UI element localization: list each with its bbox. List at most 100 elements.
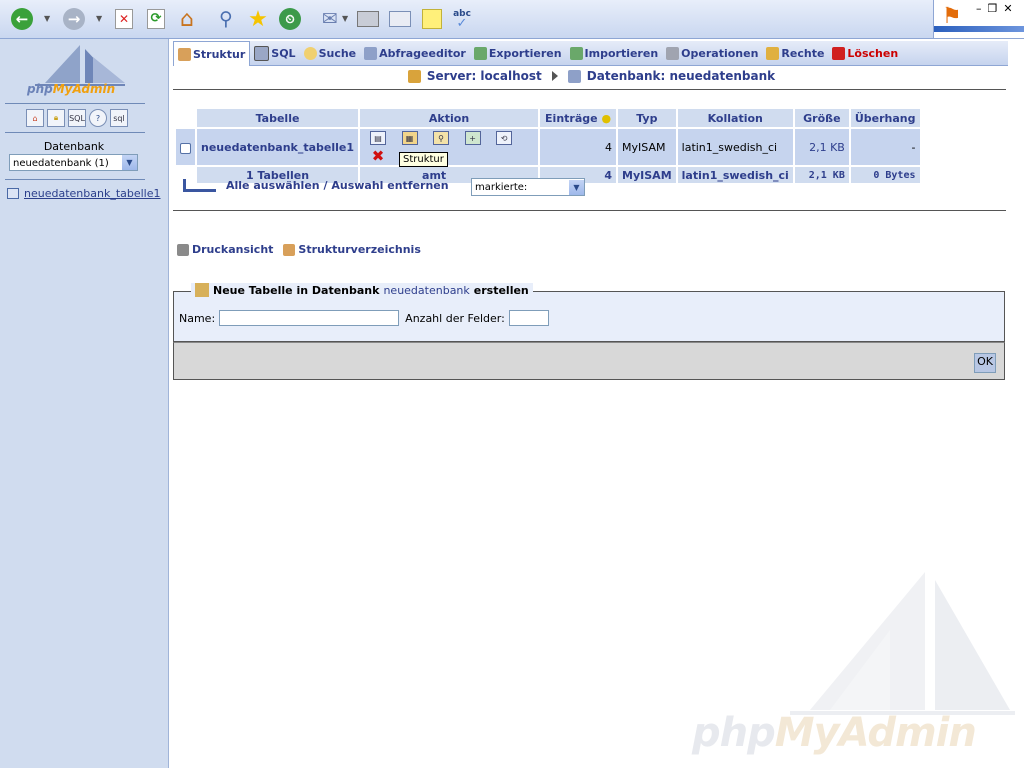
search-icon[interactable]: ⚲ xyxy=(212,5,240,33)
tab-sql[interactable]: SQL xyxy=(250,41,299,65)
chevron-down-icon[interactable]: ▼ xyxy=(122,155,137,170)
create-table-legend: Neue Tabelle in Datenbank neuedatenbank … xyxy=(191,283,533,297)
database-select[interactable]: neuedatenbank (1) ▼ xyxy=(9,154,138,171)
server-icon xyxy=(407,69,421,83)
tab-loeschen[interactable]: Löschen xyxy=(828,41,902,65)
mail-icon[interactable]: ✉ xyxy=(316,5,344,33)
drop-icon xyxy=(832,46,846,60)
forward-icon[interactable]: → xyxy=(60,5,88,33)
database-select-value: neuedatenbank (1) xyxy=(13,158,109,169)
fields-label: Anzahl der Felder: xyxy=(405,311,505,325)
table-name-input[interactable] xyxy=(219,310,400,326)
tables-list: Tabelle Aktion Einträge ● Typ Kollation … xyxy=(174,107,922,185)
history-icon[interactable]: ⏲ xyxy=(276,5,304,33)
discuss-icon[interactable] xyxy=(418,5,446,33)
mail-dropdown-icon[interactable]: ▼ xyxy=(342,14,348,23)
drop-icon[interactable]: ✖ xyxy=(368,147,388,165)
fields-count-input[interactable] xyxy=(508,310,549,326)
stop-icon[interactable]: ✕ xyxy=(110,5,138,33)
table-row: neuedatenbank_tabelle1 ▤ ▦ ⚲ + ⟲ ✖ 4 MyI… xyxy=(176,129,920,165)
spellcheck-icon[interactable]: abc ✓ xyxy=(448,5,476,33)
structure-icon xyxy=(283,243,296,256)
sql-icon[interactable]: SQL xyxy=(68,109,86,127)
sql-icon xyxy=(254,45,270,61)
sql-query-icon[interactable]: sql xyxy=(110,109,128,127)
back-dropdown-icon[interactable]: ▼ xyxy=(44,14,50,23)
quick-links: ⌂ 🔒︎ SQL ? sql xyxy=(26,109,128,127)
summary-overhead: 0 Bytes xyxy=(850,167,920,183)
refresh-icon[interactable]: ⟳ xyxy=(142,5,170,33)
select-all-link[interactable]: Alle auswählen xyxy=(226,179,320,192)
favorites-icon[interactable]: ★ xyxy=(244,5,272,33)
tab-bar: Struktur SQL Suche Abfrageeditor Exporti… xyxy=(173,41,1008,66)
insert-icon[interactable]: + xyxy=(463,129,483,147)
windows-controls: ⚑ –❐✕ xyxy=(933,0,1024,38)
lock-icon[interactable]: 🔒︎ xyxy=(47,109,65,127)
chevron-down-icon[interactable]: ▼ xyxy=(569,180,584,195)
empty-icon[interactable]: ⟲ xyxy=(494,129,514,147)
deselect-all-link[interactable]: Auswahl entfernen xyxy=(331,179,448,192)
name-label: Name: xyxy=(179,311,216,325)
breadcrumb-server[interactable]: Server: localhost xyxy=(427,69,542,83)
browse-icon[interactable]: ▤ xyxy=(368,129,388,147)
divider xyxy=(5,132,145,133)
tab-rechte[interactable]: Rechte xyxy=(762,41,828,65)
structure-icon[interactable]: ▦ xyxy=(400,129,420,147)
tab-label: Löschen xyxy=(847,46,899,60)
help-icon[interactable]: ? xyxy=(89,109,107,127)
tab-label: SQL xyxy=(271,46,296,60)
tab-suche[interactable]: Suche xyxy=(300,41,361,65)
home-icon[interactable]: ⌂ xyxy=(26,109,44,127)
table-header-row: Tabelle Aktion Einträge ● Typ Kollation … xyxy=(176,109,920,127)
watermark-text-myadmin: MyAdmin xyxy=(774,710,977,756)
page-links: Druckansicht Strukturverzeichnis xyxy=(177,243,421,256)
header-eintraege[interactable]: Einträge ● xyxy=(540,109,617,127)
breadcrumb-database[interactable]: Datenbank: neuedatenbank xyxy=(587,69,775,83)
tab-operationen[interactable]: Operationen xyxy=(662,41,762,65)
logo-text-php: php xyxy=(27,82,53,96)
row-actions: ▤ ▦ ⚲ + ⟲ ✖ xyxy=(360,129,539,165)
navigation-frame: phpMyAdmin ⌂ 🔒︎ SQL ? sql Datenbank neue… xyxy=(0,39,169,768)
logo-text-myadmin: MyAdmin xyxy=(52,82,116,96)
legend-db-name: neuedatenbank xyxy=(383,283,470,297)
tab-label: Importieren xyxy=(584,46,659,60)
phpmyadmin-watermark: phpMyAdmin xyxy=(690,570,1020,765)
tab-importieren[interactable]: Importieren xyxy=(566,41,663,65)
restore-icon[interactable]: ❐ xyxy=(988,2,1004,15)
tab-struktur[interactable]: Struktur xyxy=(173,41,251,66)
minimize-icon[interactable]: – xyxy=(976,2,988,15)
close-icon[interactable]: ✕ xyxy=(1003,2,1018,15)
tab-exportieren[interactable]: Exportieren xyxy=(470,41,566,65)
breadcrumb-separator-icon xyxy=(551,71,558,81)
header-eintraege-label: Einträge xyxy=(545,111,598,125)
forward-dropdown-icon[interactable]: ▼ xyxy=(96,14,102,23)
ok-button[interactable]: OK xyxy=(974,353,996,373)
phpmyadmin-logo[interactable]: phpMyAdmin xyxy=(25,43,135,101)
row-checkbox[interactable] xyxy=(180,143,191,154)
sailboat-watermark-icon xyxy=(790,572,1015,715)
print-icon[interactable] xyxy=(354,5,382,33)
data-dictionary-link[interactable]: Strukturverzeichnis xyxy=(283,243,421,256)
edit-icon[interactable] xyxy=(386,5,414,33)
divider xyxy=(5,179,145,180)
header-groesse: Größe xyxy=(794,109,849,127)
back-icon[interactable]: ← xyxy=(8,5,36,33)
database-icon xyxy=(567,69,581,83)
tab-label: Exportieren xyxy=(488,46,562,60)
tab-abfrageeditor[interactable]: Abfrageeditor xyxy=(360,41,470,65)
print-view-link[interactable]: Druckansicht xyxy=(177,243,273,256)
divider xyxy=(173,210,1006,211)
create-table-button-bar: OK xyxy=(173,342,1005,380)
tab-label: Abfrageeditor xyxy=(379,46,466,60)
sidebar-table-link[interactable]: neuedatenbank_tabelle1 xyxy=(24,187,161,200)
search-icon[interactable]: ⚲ xyxy=(431,129,451,147)
home-icon[interactable]: ⌂ xyxy=(173,5,201,33)
header-tabelle[interactable]: Tabelle xyxy=(197,109,359,127)
summary-collation: latin1_swedish_ci xyxy=(677,167,793,183)
tab-label: Operationen xyxy=(681,46,759,60)
sidebar-item-table[interactable]: neuedatenbank_tabelle1 xyxy=(7,187,161,200)
with-selected-select[interactable]: markierte: ▼ xyxy=(471,178,585,196)
table-icon[interactable] xyxy=(7,188,19,199)
row-size[interactable]: 2,1 KB xyxy=(794,129,849,165)
row-table-name[interactable]: neuedatenbank_tabelle1 xyxy=(197,129,359,165)
